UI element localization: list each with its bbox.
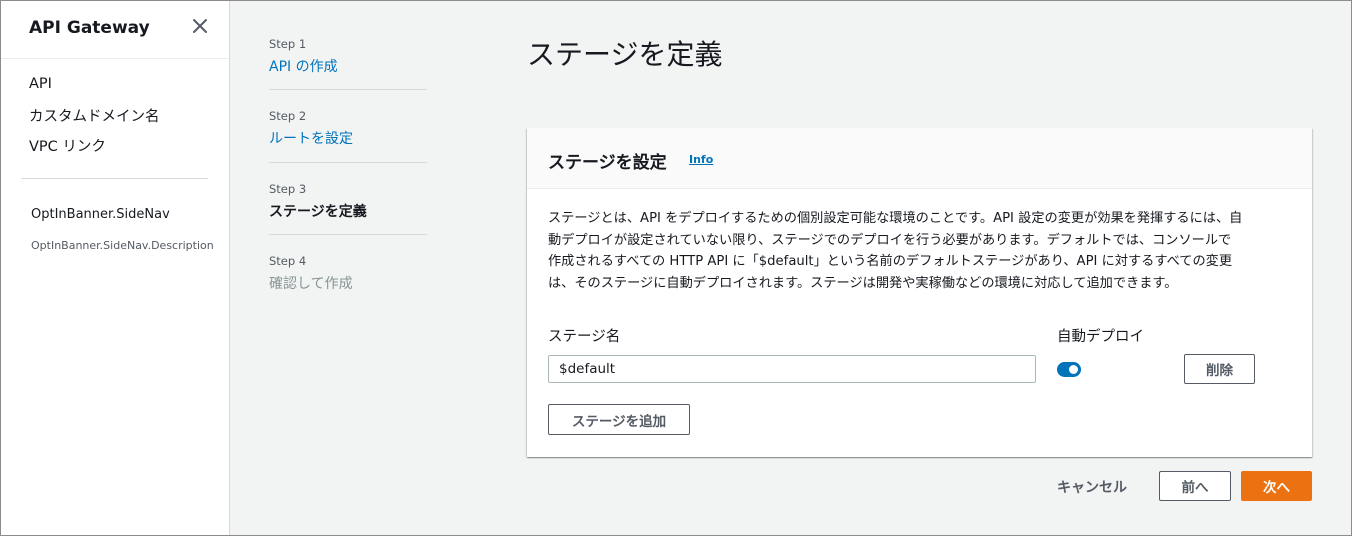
previous-button[interactable]: 前へ bbox=[1159, 471, 1231, 501]
info-link[interactable]: Info bbox=[689, 153, 713, 166]
wizard-step-2: Step 2 ルートを設定 bbox=[269, 109, 427, 148]
add-stage-button[interactable]: ステージを追加 bbox=[548, 404, 690, 435]
step-review-and-create: 確認して作成 bbox=[269, 276, 353, 292]
wizard-step-4: Step 4 確認して作成 bbox=[269, 254, 427, 293]
step-divider bbox=[269, 162, 427, 163]
step-divider bbox=[269, 89, 427, 90]
sidebar-divider bbox=[21, 178, 208, 179]
delete-stage-button[interactable]: 削除 bbox=[1184, 354, 1255, 384]
sidebar-item-vpc-links[interactable]: VPC リンク bbox=[29, 135, 106, 156]
description-line: は、そのステージに自動デプロイされます。ステージは開発や実稼働などの環境に対応し… bbox=[548, 275, 1178, 291]
step-link-create-api[interactable]: API の作成 bbox=[269, 56, 427, 76]
toggle-knob bbox=[1069, 365, 1078, 374]
step-divider bbox=[269, 234, 427, 235]
sidebar-title[interactable]: API Gateway bbox=[29, 18, 150, 38]
wizard-step-1: Step 1 API の作成 bbox=[269, 37, 427, 76]
step-number: Step 1 bbox=[269, 37, 307, 51]
page-title: ステージを定義 bbox=[527, 38, 723, 71]
description-line: ステージとは、API をデプロイするための個別設定可能な環境のことです。API … bbox=[548, 211, 1243, 226]
cancel-button[interactable]: キャンセル bbox=[1057, 477, 1127, 497]
step-number: Step 4 bbox=[269, 254, 307, 268]
panel-title: ステージを設定 bbox=[548, 153, 667, 173]
step-current-define-stages: ステージを定義 bbox=[269, 204, 367, 220]
panel-header: ステージを設定 Info bbox=[527, 128, 1312, 189]
wizard-step-3: Step 3 ステージを定義 bbox=[269, 182, 427, 221]
sidebar-item-custom-domain-names[interactable]: カスタムドメイン名 bbox=[29, 105, 160, 126]
sidebar-header: API Gateway bbox=[1, 1, 229, 59]
panel-description: ステージとは、API をデプロイするための個別設定可能な環境のことです。API … bbox=[548, 208, 1293, 294]
step-number: Step 3 bbox=[269, 182, 307, 196]
description-line: 動デプロイが設定されていない限り、ステージでのデプロイを行う必要があります。デフ… bbox=[548, 232, 1232, 248]
optin-banner-description: OptInBanner.SideNav.Description bbox=[31, 239, 214, 252]
auto-deploy-label: 自動デプロイ bbox=[1057, 329, 1144, 345]
description-line: 作成されるすべての HTTP API に「$default」という名前のデフォル… bbox=[548, 254, 1233, 269]
optin-banner-title[interactable]: OptInBanner.SideNav bbox=[31, 207, 170, 222]
auto-deploy-toggle[interactable] bbox=[1057, 362, 1081, 377]
stage-config-panel: ステージを設定 Info ステージとは、API をデプロイするための個別設定可能… bbox=[527, 128, 1312, 457]
close-icon[interactable] bbox=[189, 15, 211, 37]
next-button[interactable]: 次へ bbox=[1241, 471, 1312, 501]
side-navigation: API Gateway API カスタムドメイン名 VPC リンク OptInB… bbox=[1, 1, 230, 535]
stage-name-label: ステージ名 bbox=[548, 329, 621, 345]
sidebar-item-api[interactable]: API bbox=[29, 76, 52, 92]
stage-name-input[interactable] bbox=[548, 355, 1036, 383]
step-link-configure-routes[interactable]: ルートを設定 bbox=[269, 128, 427, 148]
step-number: Step 2 bbox=[269, 109, 307, 123]
